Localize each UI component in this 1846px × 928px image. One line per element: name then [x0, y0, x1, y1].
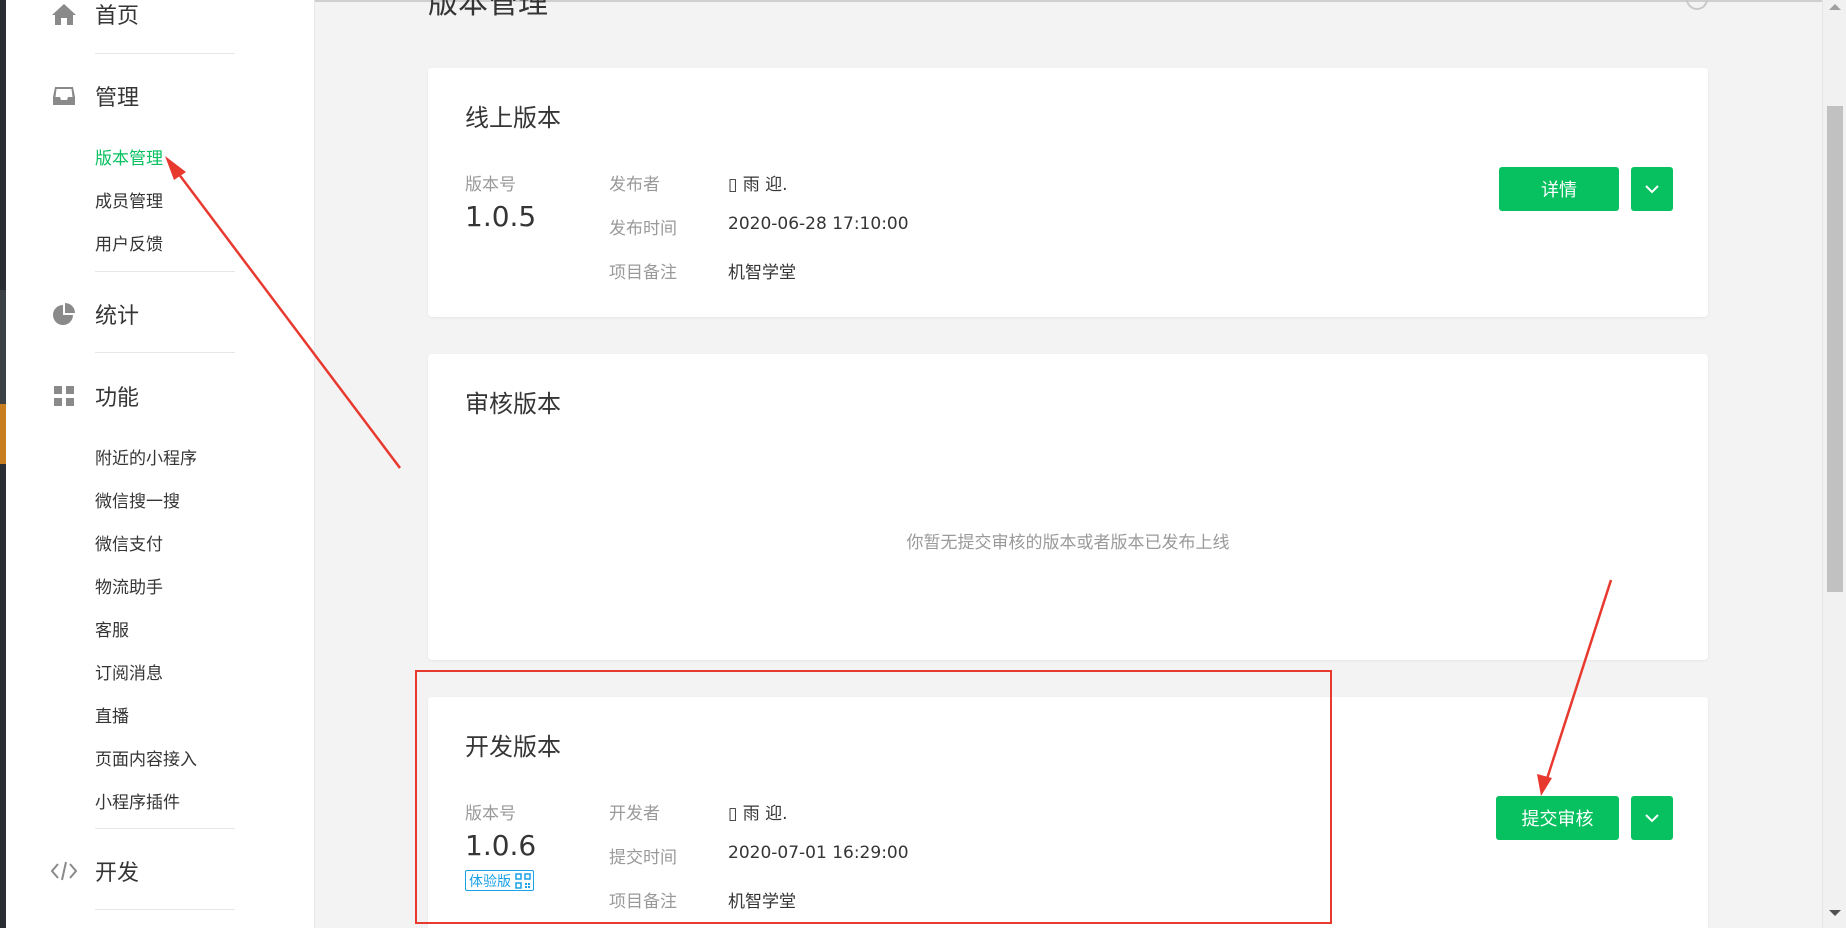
sidebar-item-live[interactable]: 直播 — [95, 702, 129, 727]
sidebar-item-stats[interactable]: 统计 — [6, 294, 315, 334]
help-icon[interactable] — [1686, 0, 1708, 10]
sidebar-item-logistics[interactable]: 物流助手 — [95, 573, 163, 598]
sidebar-item-features[interactable]: 功能 — [6, 376, 315, 416]
submit-time-label: 提交时间 — [609, 848, 677, 868]
sidebar-item-home[interactable]: 首页 — [6, 0, 315, 34]
sidebar-item-label: 功能 — [95, 386, 140, 411]
page-title: 版本管理 — [428, 0, 548, 21]
code-icon — [50, 857, 78, 885]
dev-more-dropdown[interactable] — [1631, 796, 1673, 840]
sidebar-item-manage[interactable]: 管理 — [6, 76, 315, 116]
sidebar-item-label: 首页 — [95, 4, 140, 29]
sidebar-item-version-management[interactable]: 版本管理 — [95, 144, 163, 169]
sidebar-item-customer-service[interactable]: 客服 — [95, 616, 129, 641]
inbox-icon — [50, 82, 78, 110]
card-title: 审核版本 — [465, 390, 561, 418]
version-label: 版本号 — [465, 175, 516, 195]
sidebar-item-subscription-messages[interactable]: 订阅消息 — [95, 659, 163, 684]
version-number: 1.0.5 — [465, 200, 537, 233]
sidebar-divider — [95, 271, 235, 272]
sidebar-item-nearby-miniprogram[interactable]: 附近的小程序 — [95, 444, 197, 469]
chevron-down-icon — [1645, 185, 1659, 194]
note-label: 项目备注 — [609, 263, 677, 283]
submit-review-button[interactable]: 提交审核 — [1496, 796, 1619, 840]
card-title: 开发版本 — [465, 733, 561, 761]
sidebar-divider — [95, 53, 235, 54]
trial-version-badge[interactable]: 体验版 — [465, 870, 534, 891]
publish-time-label: 发布时间 — [609, 219, 677, 239]
dev-version-card: 开发版本 版本号 1.0.6 体验版 开发者 ▯ 雨 迎. 提交时间 2020-… — [428, 697, 1708, 928]
publisher-value: ▯ 雨 迎. — [728, 175, 788, 195]
sidebar-item-wechat-search[interactable]: 微信搜一搜 — [95, 487, 180, 512]
pie-chart-icon — [50, 300, 78, 328]
note-value: 机智学堂 — [728, 892, 796, 912]
scrollbar-thumb[interactable] — [1827, 106, 1843, 592]
online-more-dropdown[interactable] — [1631, 167, 1673, 211]
scroll-down-arrow[interactable] — [1829, 910, 1841, 916]
sidebar-divider — [95, 828, 235, 829]
page-scrollbar[interactable] — [1822, 0, 1846, 928]
chevron-down-icon — [1645, 814, 1659, 823]
sidebar-item-wechat-pay[interactable]: 微信支付 — [95, 530, 163, 555]
sidebar-item-label: 开发 — [95, 861, 140, 886]
sidebar-item-develop[interactable]: 开发 — [6, 851, 315, 891]
note-value: 机智学堂 — [728, 263, 796, 283]
detail-button[interactable]: 详情 — [1499, 167, 1619, 211]
note-label: 项目备注 — [609, 892, 677, 912]
sidebar-item-member-management[interactable]: 成员管理 — [95, 187, 163, 212]
developer-value: ▯ 雨 迎. — [728, 804, 788, 824]
online-version-card: 线上版本 版本号 1.0.5 发布者 ▯ 雨 迎. 发布时间 2020-06-2… — [428, 68, 1708, 317]
developer-label: 开发者 — [609, 804, 660, 824]
card-title: 线上版本 — [465, 104, 561, 132]
qrcode-icon — [515, 872, 531, 889]
scroll-up-arrow[interactable] — [1829, 4, 1841, 10]
version-label: 版本号 — [465, 804, 516, 824]
publish-time-value: 2020-06-28 17:10:00 — [728, 214, 909, 234]
home-icon — [50, 0, 78, 28]
sidebar: 首页 管理 版本管理 成员管理 用户反馈 统计 功能 附近的小程序 微信搜一搜 … — [6, 0, 315, 928]
grid-icon — [50, 382, 78, 410]
review-version-card: 审核版本 你暂无提交审核的版本或者版本已发布上线 — [428, 354, 1708, 660]
sidebar-item-plugins[interactable]: 小程序插件 — [95, 788, 180, 813]
badge-label: 体验版 — [469, 873, 511, 890]
sidebar-divider — [95, 352, 235, 353]
publisher-label: 发布者 — [609, 175, 660, 195]
sidebar-item-label: 统计 — [95, 304, 140, 329]
submit-time-value: 2020-07-01 16:29:00 — [728, 843, 909, 863]
sidebar-item-user-feedback[interactable]: 用户反馈 — [95, 230, 163, 255]
sidebar-item-page-content[interactable]: 页面内容接入 — [95, 745, 197, 770]
sidebar-item-label: 管理 — [95, 86, 140, 111]
version-number: 1.0.6 — [465, 829, 537, 862]
sidebar-divider — [95, 909, 235, 910]
empty-state-text: 你暂无提交审核的版本或者版本已发布上线 — [906, 533, 1230, 553]
